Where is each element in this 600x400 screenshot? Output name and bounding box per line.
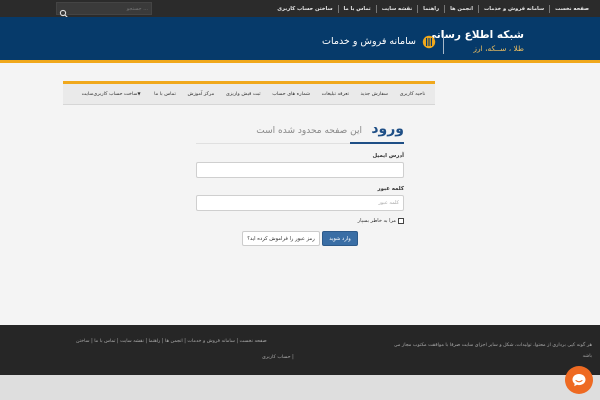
- topnav-contact[interactable]: تماس با ما: [339, 6, 376, 12]
- nav-user-area[interactable]: ناحیه کاربری: [394, 91, 431, 97]
- forgot-password-button[interactable]: رمز عبور را فراموش کرده اید؟: [242, 231, 320, 246]
- header-subtitle: سامانه فروش و خدمات: [322, 36, 416, 47]
- top-bar: صفحه نخست سامانه فروش و خدمات انجمن ها ر…: [0, 0, 600, 18]
- topnav-help[interactable]: راهنما: [418, 6, 444, 12]
- login-button[interactable]: وارد شوید: [322, 231, 358, 246]
- remember-me-label[interactable]: مرا به خاطر بسپار: [358, 218, 396, 224]
- topnav-forums[interactable]: انجمن ها: [445, 6, 478, 12]
- logo-icon: [422, 34, 436, 49]
- footer-links-continued[interactable]: حساب کاربری |: [262, 355, 294, 360]
- search-box: [56, 2, 152, 18]
- footer-links[interactable]: صفحه نخست | سامانه فروش و خدمات | انجمن …: [76, 339, 267, 344]
- topnav-sales-services[interactable]: سامانه فروش و خدمات: [479, 6, 549, 12]
- password-label: کلمه عبور: [377, 186, 404, 192]
- topnav-sitemap[interactable]: نقشه سایت: [377, 6, 417, 12]
- brand-tagline: طلا ، ســکه، ارز: [473, 44, 524, 53]
- nav-create-account-label: ساخت حساب کاربری‌سایت: [81, 91, 138, 97]
- dropdown-icon: ▼: [137, 91, 141, 96]
- brand-title[interactable]: شبکه اطلاع رسانی: [426, 29, 524, 41]
- nav-register-receipt[interactable]: ثبت فیش واریزی: [220, 91, 266, 97]
- login-subtitle: این صفحه محدود شده است: [256, 126, 362, 136]
- email-field[interactable]: [196, 162, 404, 178]
- nav-contact[interactable]: تماس با ما: [148, 91, 181, 97]
- nav-training-center[interactable]: مرکز آموزش: [182, 91, 220, 97]
- topnav-create-account[interactable]: ساختن حساب کاربری: [272, 6, 337, 12]
- search-icon[interactable]: [59, 4, 69, 18]
- footer-copyright-continued: باشد: [582, 354, 592, 359]
- password-field[interactable]: [196, 195, 404, 211]
- nav-create-account[interactable]: ساخت حساب کاربری‌سایت▼: [76, 91, 149, 97]
- top-nav: صفحه نخست سامانه فروش و خدمات انجمن ها ر…: [272, 0, 594, 17]
- footer-bottom-bar: [0, 375, 600, 400]
- nav-ad-rates[interactable]: تعرفه تبلیغات: [316, 91, 355, 97]
- search-input[interactable]: [71, 3, 151, 14]
- main-nav: ناحیه کاربری سفارش جدید تعرفه تبلیغات شم…: [63, 81, 435, 105]
- title-divider-accent: [350, 142, 404, 144]
- chat-icon: [571, 372, 587, 388]
- email-label: آدرس ایمیل: [372, 153, 404, 159]
- brand-divider: [443, 30, 444, 54]
- chat-button[interactable]: [565, 366, 593, 394]
- login-title: ورود: [371, 121, 404, 137]
- nav-new-order[interactable]: سفارش جدید: [355, 91, 394, 97]
- footer-copyright: هر گونه کپی برداری از محتوا، تولیدات، شک…: [393, 343, 592, 348]
- topnav-home[interactable]: صفحه نخست: [550, 6, 594, 12]
- site-header: شبکه اطلاع رسانی طلا ، ســکه، ارز سامانه…: [0, 17, 600, 63]
- remember-me-row: مرا به خاطر بسپار: [358, 218, 404, 224]
- nav-account-numbers[interactable]: شماره های حساب: [266, 91, 315, 97]
- site-footer: هر گونه کپی برداری از محتوا، تولیدات، شک…: [0, 325, 600, 375]
- remember-me-checkbox[interactable]: [398, 218, 404, 224]
